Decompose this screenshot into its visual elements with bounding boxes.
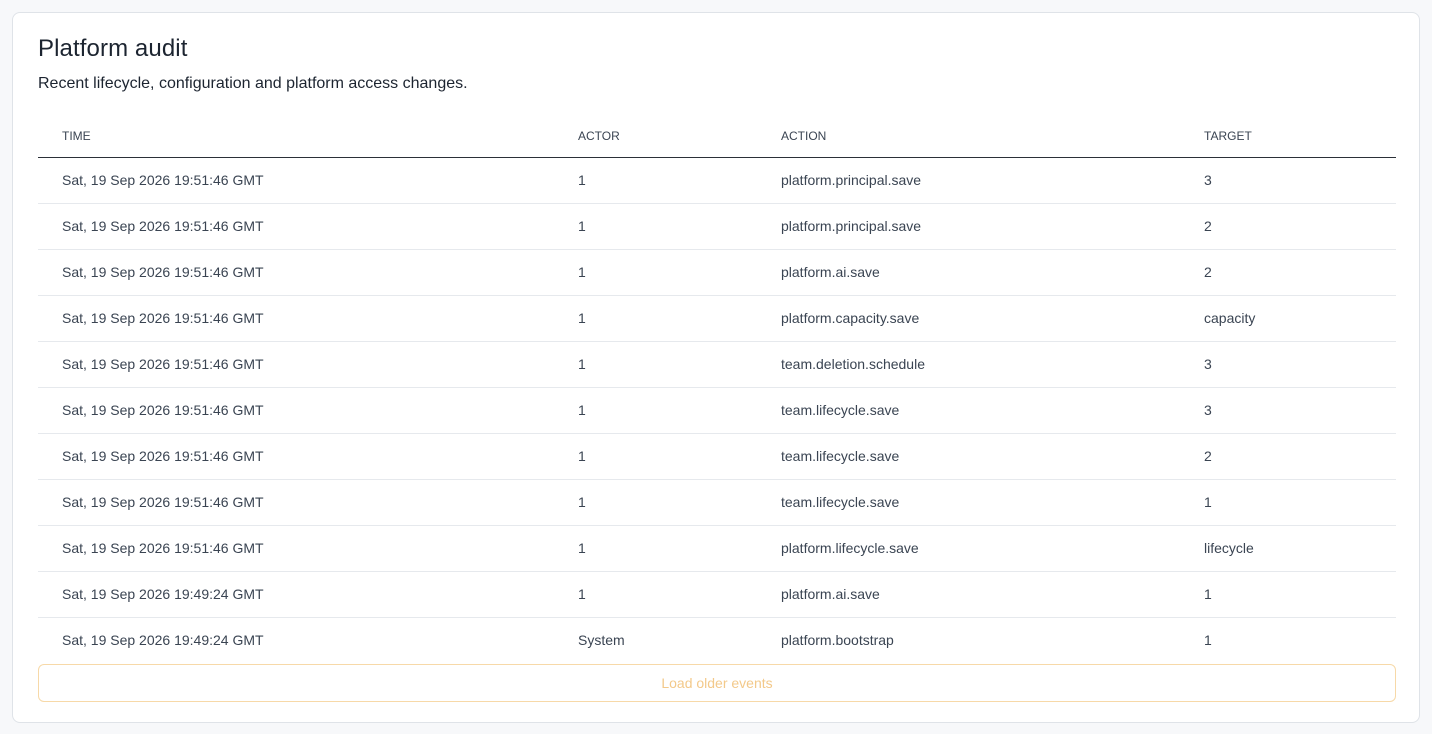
panel-title: Platform audit	[38, 35, 188, 62]
cell-target: lifecycle	[1204, 525, 1396, 572]
table-row[interactable]: Sat, 19 Sep 2026 19:51:46 GMT 1 platform…	[38, 157, 1396, 204]
table-row[interactable]: Sat, 19 Sep 2026 19:51:46 GMT 1 platform…	[38, 295, 1396, 342]
cell-actor: 1	[578, 249, 781, 296]
cell-time: Sat, 19 Sep 2026 19:51:46 GMT	[38, 203, 578, 250]
table-row[interactable]: Sat, 19 Sep 2026 19:51:46 GMT 1 platform…	[38, 525, 1396, 572]
table-row[interactable]: Sat, 19 Sep 2026 19:51:46 GMT 1 platform…	[38, 203, 1396, 250]
cell-actor: 1	[578, 479, 781, 526]
cell-time: Sat, 19 Sep 2026 19:51:46 GMT	[38, 525, 578, 572]
cell-action: team.lifecycle.save	[781, 433, 1204, 480]
table-row[interactable]: Sat, 19 Sep 2026 19:51:46 GMT 1 team.lif…	[38, 433, 1396, 480]
cell-action: platform.principal.save	[781, 157, 1204, 204]
column-header-action[interactable]: ACTION	[781, 115, 1204, 158]
cell-actor: System	[578, 632, 625, 649]
cell-action: platform.principal.save	[781, 203, 1204, 250]
cell-time: Sat, 19 Sep 2026 19:51:46 GMT	[38, 157, 578, 204]
cell-target: 2	[1204, 203, 1396, 250]
cell-actor: 1	[578, 525, 781, 572]
table-row[interactable]: Sat, 19 Sep 2026 19:51:46 GMT 1 team.lif…	[38, 479, 1396, 526]
cell-actor: 1	[578, 387, 781, 434]
cell-actor: 1	[578, 433, 781, 480]
cell-time: Sat, 19 Sep 2026 19:49:24 GMT	[62, 632, 264, 649]
cell-action: platform.lifecycle.save	[781, 525, 1204, 572]
cell-time: Sat, 19 Sep 2026 19:51:46 GMT	[38, 433, 578, 480]
cell-target: capacity	[1204, 295, 1396, 342]
cell-time: Sat, 19 Sep 2026 19:51:46 GMT	[38, 249, 578, 296]
cell-actor: 1	[578, 203, 781, 250]
cell-target: 3	[1204, 387, 1396, 434]
cell-actor: 1	[578, 157, 781, 204]
column-header-time[interactable]: TIME	[38, 115, 578, 158]
cell-action: platform.capacity.save	[781, 295, 1204, 342]
cell-target: 1	[1204, 632, 1212, 649]
cell-time: Sat, 19 Sep 2026 19:51:46 GMT	[38, 295, 578, 342]
cell-action: platform.ai.save	[781, 571, 1204, 618]
cell-action: team.lifecycle.save	[781, 387, 1204, 434]
cell-time: Sat, 19 Sep 2026 19:51:46 GMT	[38, 341, 578, 388]
audit-table: TIME ACTOR ACTION TARGET Sat, 19 Sep 202…	[38, 115, 1396, 663]
table-row[interactable]: Sat, 19 Sep 2026 19:49:24 GMT System pla…	[38, 617, 1396, 663]
cell-action: platform.ai.save	[781, 249, 1204, 296]
cell-target: 3	[1204, 157, 1396, 204]
cell-target: 1	[1204, 479, 1396, 526]
cell-actor: 1	[578, 571, 781, 618]
cell-time: Sat, 19 Sep 2026 19:51:46 GMT	[38, 387, 578, 434]
column-header-actor[interactable]: ACTOR	[578, 115, 781, 158]
cell-target: 2	[1204, 249, 1396, 296]
table-row[interactable]: Sat, 19 Sep 2026 19:51:46 GMT 1 team.del…	[38, 341, 1396, 388]
audit-table-body: Sat, 19 Sep 2026 19:51:46 GMT 1 platform…	[38, 157, 1396, 663]
cell-target: 3	[1204, 341, 1396, 388]
table-row[interactable]: Sat, 19 Sep 2026 19:49:24 GMT 1 platform…	[38, 571, 1396, 618]
table-row[interactable]: Sat, 19 Sep 2026 19:51:46 GMT 1 team.lif…	[38, 387, 1396, 434]
panel-subtitle: Recent lifecycle, configuration and plat…	[38, 75, 468, 92]
load-older-events-button[interactable]: Load older events	[38, 664, 1396, 702]
cell-target: 1	[1204, 571, 1396, 618]
column-header-target[interactable]: TARGET	[1204, 115, 1396, 158]
table-row[interactable]: Sat, 19 Sep 2026 19:51:46 GMT 1 platform…	[38, 249, 1396, 296]
cell-action: platform.bootstrap	[781, 632, 894, 649]
table-header-row: TIME ACTOR ACTION TARGET	[38, 115, 1396, 158]
cell-actor: 1	[578, 295, 781, 342]
cell-time: Sat, 19 Sep 2026 19:49:24 GMT	[38, 571, 578, 618]
cell-action: team.lifecycle.save	[781, 479, 1204, 526]
audit-panel: Platform audit Recent lifecycle, configu…	[12, 12, 1420, 723]
cell-action: team.deletion.schedule	[781, 341, 1204, 388]
cell-actor: 1	[578, 341, 781, 388]
cell-time: Sat, 19 Sep 2026 19:51:46 GMT	[38, 479, 578, 526]
cell-target: 2	[1204, 433, 1396, 480]
